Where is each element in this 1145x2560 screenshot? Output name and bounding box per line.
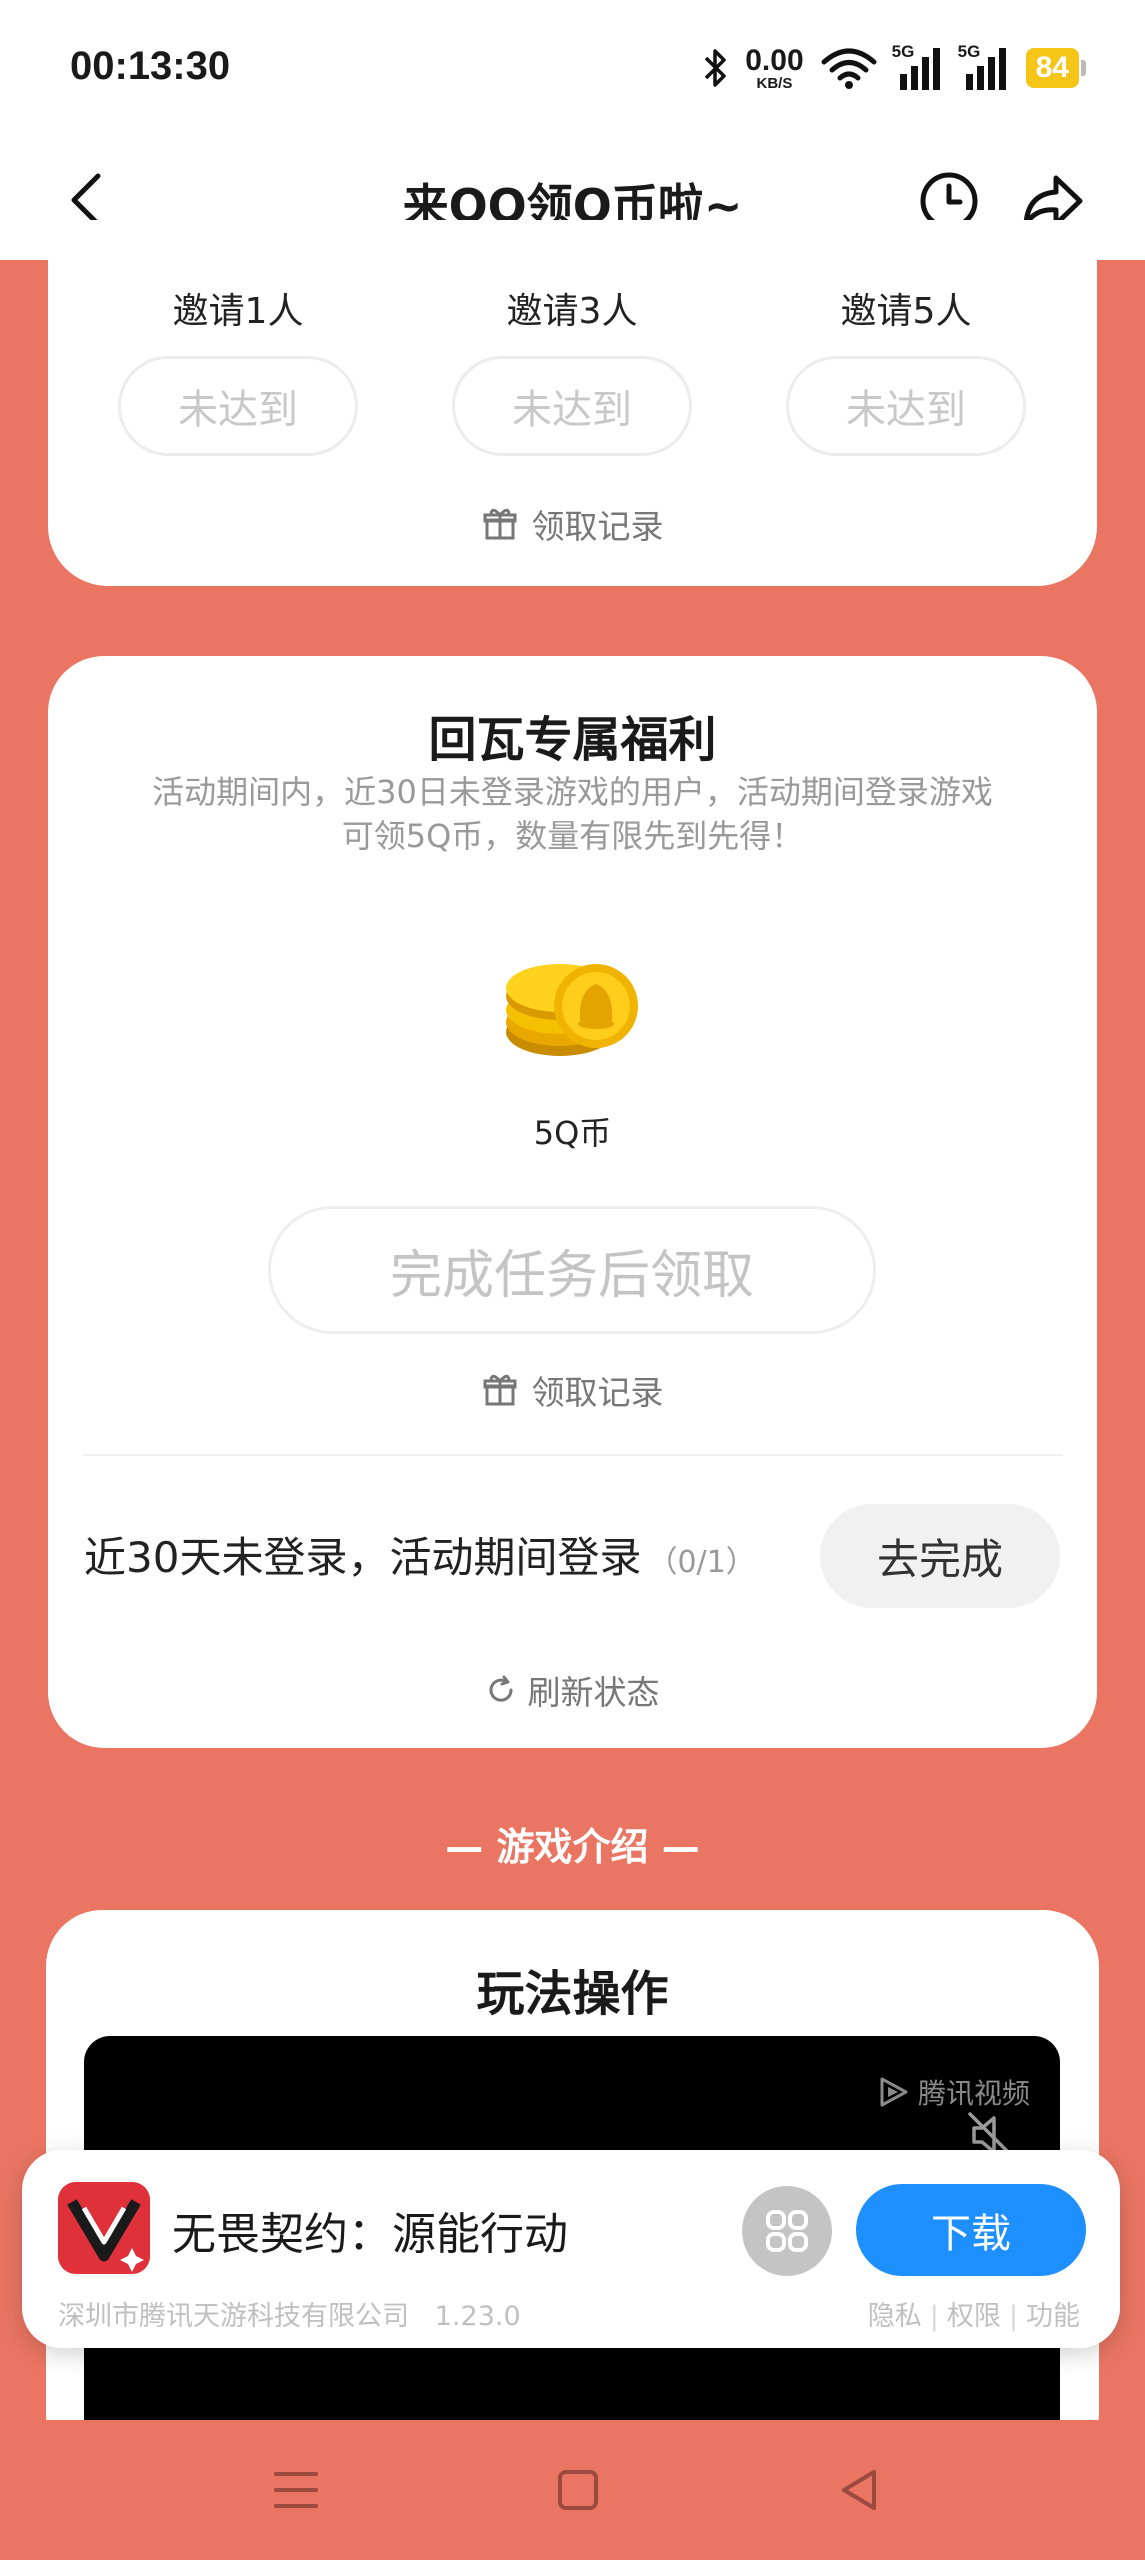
gift-icon — [483, 1374, 516, 1406]
download-button[interactable]: 下载 — [856, 2184, 1086, 2276]
status-bar: 00:13:30 0.00 KB/S 5G 5G 84 — [0, 0, 1145, 140]
gameplay-title: 玩法操作 — [476, 1966, 669, 2022]
go-complete-button[interactable]: 去完成 — [820, 1504, 1060, 1608]
download-banner: 无畏契约：源能行动 下载 深圳市腾讯天游科技有限公司 1.23.0 隐私 | 权限 |… — [22, 2150, 1120, 2348]
claim-record-label: 领取记录 — [531, 1373, 664, 1412]
back-triangle-icon[interactable] — [830, 2460, 890, 2520]
bluetooth-icon — [704, 49, 726, 87]
separator: | — [929, 2301, 939, 2332]
invite-tier-3: 邀请3人 未达到 — [452, 282, 692, 456]
benefit-description: 活动期间内，近30日未登录游戏的用户，活动期间登录游戏可领5Q币，数量有限先到先… — [152, 773, 993, 855]
net-speed: 0.00 KB/S — [745, 43, 804, 92]
invite-tier-button[interactable]: 未达到 — [786, 356, 1026, 456]
video-brand: 腾讯视频 — [876, 2072, 1030, 2112]
claim-button[interactable]: 完成任务后领取 — [268, 1206, 876, 1334]
grid-icon — [766, 2210, 808, 2252]
invite-tier-5: 邀请5人 未达到 — [786, 282, 1026, 456]
company-info: 深圳市腾讯天游科技有限公司 1.23.0 — [58, 2294, 521, 2333]
invite-tier-label: 邀请3人 — [506, 291, 638, 332]
video-brand-label: 腾讯视频 — [917, 2077, 1030, 2110]
task-row: 近30天未登录，活动期间登录 （0/1） — [84, 1524, 756, 1585]
gift-icon — [483, 508, 516, 540]
mini-game-button[interactable] — [742, 2186, 832, 2276]
status-time: 00:13:30 — [70, 44, 231, 88]
claim-record-link[interactable]: 领取记录 — [48, 500, 1097, 548]
signal-1-label: 5G — [891, 42, 915, 61]
refresh-status-label: 刷新状态 — [527, 1673, 660, 1712]
tencent-video-icon — [880, 2077, 908, 2107]
separator: | — [1008, 2301, 1018, 2332]
benefit-title: 回瓦专属福利 — [428, 712, 717, 768]
return-benefit-card: 回瓦专属福利 活动期间内，近30日未登录游戏的用户，活动期间登录游戏可领5Q币，… — [48, 656, 1097, 1748]
invite-tier-button[interactable]: 未达到 — [452, 356, 692, 456]
game-intro-heading: — 游戏介绍 — — [445, 1825, 700, 1869]
task-description: 近30天未登录，活动期间登录 — [84, 1533, 642, 1582]
invite-tier-label: 邀请1人 — [172, 291, 304, 332]
q-coin-icon — [506, 964, 638, 1056]
invite-tier-label: 邀请5人 — [840, 291, 972, 332]
app-logo-icon — [58, 2182, 150, 2274]
divider — [82, 1454, 1063, 1456]
signal-1: 5G — [892, 42, 944, 90]
home-icon[interactable] — [548, 2460, 608, 2520]
privacy-link[interactable]: 隐私 — [868, 2301, 922, 2332]
claim-record-label: 领取记录 — [531, 507, 664, 546]
invite-tier-button[interactable]: 未达到 — [118, 356, 358, 456]
permissions-link[interactable]: 权限 — [947, 2301, 1001, 2332]
menu-icon[interactable] — [266, 2460, 326, 2520]
invite-tier-1: 邀请1人 未达到 — [118, 282, 358, 456]
refresh-status-link[interactable]: 刷新状态 — [48, 1666, 1097, 1714]
system-nav-bar — [0, 2420, 1145, 2560]
features-link[interactable]: 功能 — [1026, 2301, 1080, 2332]
refresh-icon — [489, 1675, 513, 1702]
net-speed-unit: KB/S — [756, 74, 793, 92]
legal-links: 隐私 | 权限 | 功能 — [864, 2294, 1084, 2333]
invite-card: 邀请1人 未达到 邀请3人 未达到 邀请5人 未达到 领取记录 — [48, 220, 1097, 586]
app-name: 无畏契约：源能行动 — [172, 2209, 568, 2260]
status-icons: 0.00 KB/S 5G 5G 84 — [703, 40, 1087, 96]
task-progress: （0/1） — [647, 1545, 756, 1580]
signal-2: 5G — [958, 42, 1010, 90]
net-speed-value: 0.00 — [745, 43, 804, 77]
claim-record-link[interactable]: 领取记录 — [48, 1366, 1097, 1414]
reward-label: 5Q币 — [533, 1114, 612, 1152]
battery-indicator: 84 — [1025, 48, 1087, 88]
wifi-icon — [821, 48, 877, 89]
app-icon — [58, 2182, 150, 2274]
download-footer: 深圳市腾讯天游科技有限公司 1.23.0 隐私 | 权限 | 功能 — [58, 2294, 1084, 2333]
app-version: 1.23.0 — [434, 2301, 521, 2332]
company-name: 深圳市腾讯天游科技有限公司 — [58, 2301, 409, 2332]
signal-2-label: 5G — [957, 42, 981, 61]
